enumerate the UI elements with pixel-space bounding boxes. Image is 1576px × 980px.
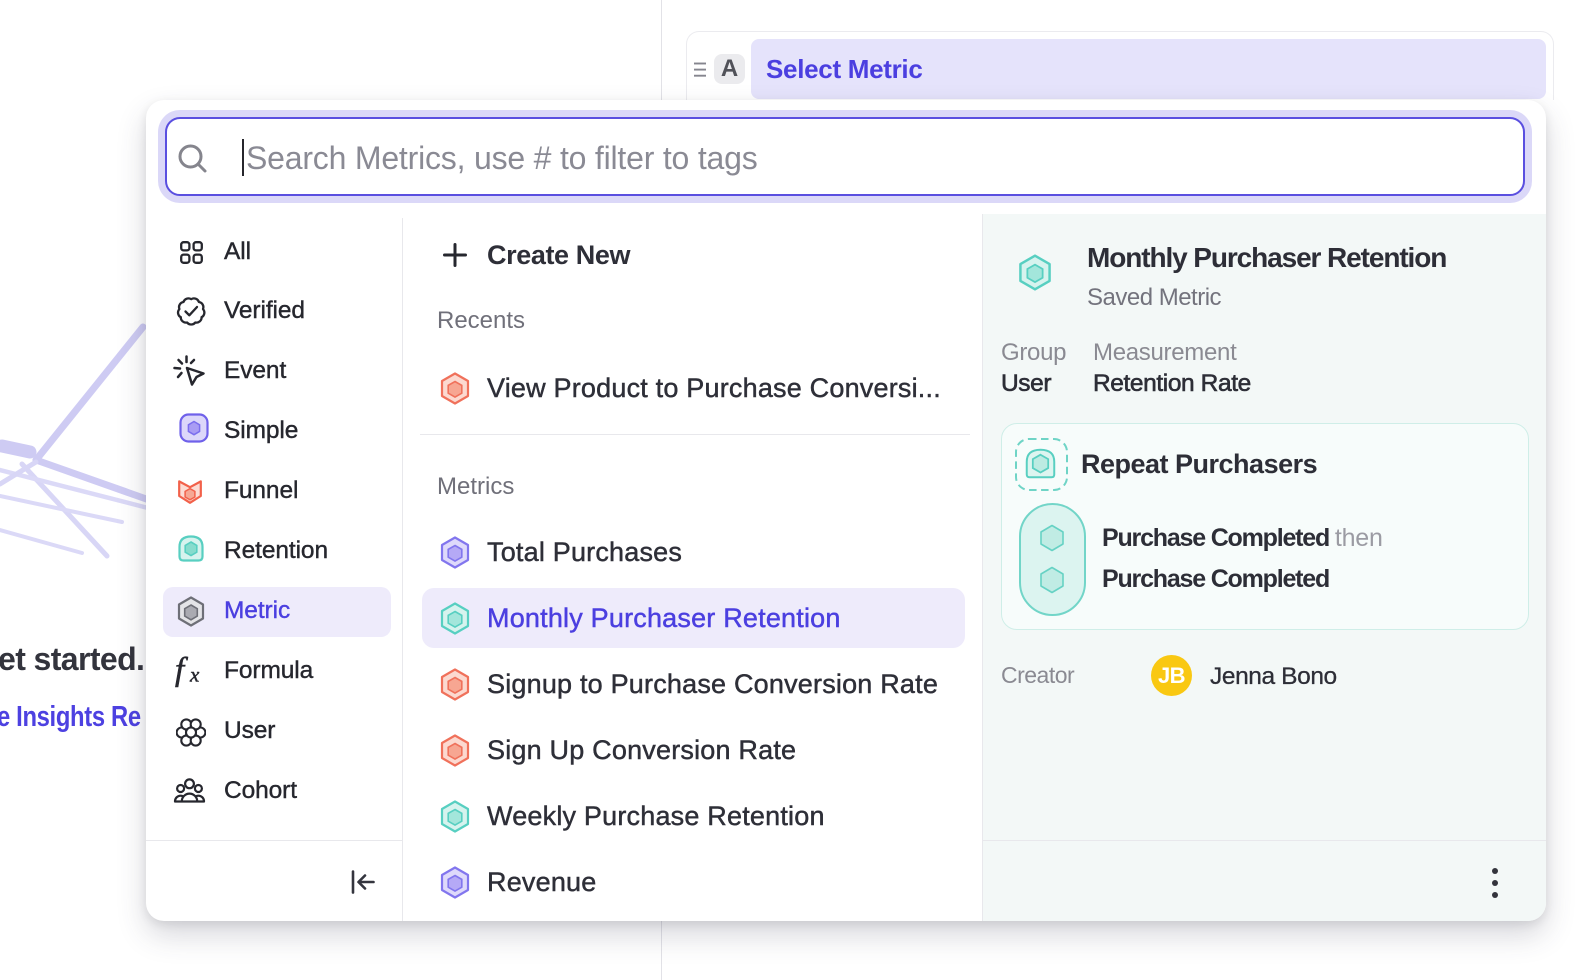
svg-text:f: f (175, 654, 188, 688)
svg-text:x: x (189, 663, 200, 687)
